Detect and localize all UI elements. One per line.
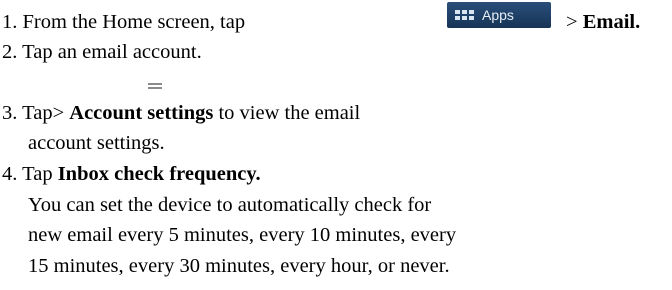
apps-button: Apps <box>447 2 551 28</box>
email-label: Email. <box>582 11 641 33</box>
step-3-continuation: account settings. <box>28 132 165 154</box>
step-4-body-line-3: 15 minutes, every 30 minutes, every hour… <box>28 255 450 277</box>
step-4-body-line-2: new email every 5 minutes, every 10 minu… <box>28 224 457 246</box>
step-2-text: 2. Tap an email account. <box>2 41 202 63</box>
step-1-target: > Email. <box>566 11 641 33</box>
inbox-check-frequency-label: Inbox check frequency. <box>57 163 261 185</box>
step-1-text: 1. From the Home screen, tap <box>2 11 246 33</box>
account-settings-label: Account settings <box>69 102 214 124</box>
step-3-text: 3. Tap> Account settings to view the ema… <box>2 102 361 124</box>
step-4-body-line-1: You can set the device to automatically … <box>28 194 432 216</box>
apps-button-label: Apps <box>482 7 514 23</box>
apps-grid-icon <box>455 10 474 20</box>
menu-icon <box>148 83 162 97</box>
step-4-text: 4. Tap Inbox check frequency. <box>2 163 261 185</box>
